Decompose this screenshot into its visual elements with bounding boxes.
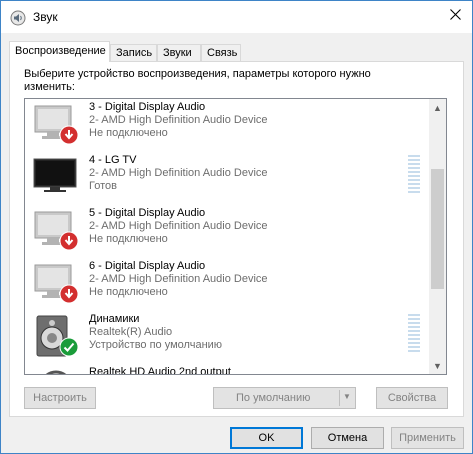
- scroll-up-button[interactable]: ▲: [429, 99, 446, 116]
- properties-button[interactable]: Свойства: [376, 387, 448, 409]
- apply-button[interactable]: Применить: [391, 427, 464, 449]
- device-name: 4 - LG TV: [89, 154, 137, 166]
- device-name: 3 - Digital Display Audio: [89, 101, 206, 113]
- tab-sounds[interactable]: Звуки: [157, 44, 201, 61]
- device-description: 2- AMD High Definition Audio Device: [89, 273, 268, 285]
- list-item[interactable]: Realtek HD Audio 2nd output: [25, 364, 431, 375]
- chevron-down-icon[interactable]: ▼: [343, 392, 351, 401]
- device-description: 2- AMD High Definition Audio Device: [89, 167, 268, 179]
- device-status: Не подключено: [89, 286, 168, 298]
- device-name: Realtek HD Audio 2nd output: [89, 366, 231, 375]
- sound-dialog: Звук Воспроизведение Запись Звуки Связь …: [0, 0, 473, 454]
- tab-recording[interactable]: Запись: [110, 44, 157, 61]
- device-status: Не подключено: [89, 127, 168, 139]
- vertical-scrollbar[interactable]: ▲ ▼: [429, 99, 446, 374]
- red-down-arrow-icon: [59, 284, 79, 307]
- title-bar: Звук: [1, 1, 472, 33]
- scrollbar-thumb[interactable]: [431, 169, 444, 289]
- device-status: Не подключено: [89, 233, 168, 245]
- device-description: 2- AMD High Definition Audio Device: [89, 114, 268, 126]
- chevron-down-icon: ▼: [433, 360, 442, 371]
- tab-communications[interactable]: Связь: [201, 44, 241, 61]
- tab-playback[interactable]: Воспроизведение: [9, 41, 110, 62]
- instruction-text: Выберите устройство воспроизведения, пар…: [24, 68, 371, 93]
- cancel-button[interactable]: Отмена: [311, 427, 384, 449]
- playback-panel: Выберите устройство воспроизведения, пар…: [9, 61, 464, 417]
- close-icon: [449, 9, 461, 23]
- list-item[interactable]: 5 - Digital Display Audio 2- AMD High De…: [25, 205, 431, 258]
- headphones-icon: [33, 367, 79, 374]
- set-default-button[interactable]: По умолчанию ▼: [213, 387, 356, 409]
- device-description: 2- AMD High Definition Audio Device: [89, 220, 268, 232]
- device-description: Realtek(R) Audio: [89, 326, 173, 338]
- level-meter: [408, 155, 420, 197]
- ok-button[interactable]: OK: [230, 427, 303, 449]
- close-button[interactable]: [444, 5, 466, 27]
- set-default-label: По умолчанию: [236, 392, 311, 404]
- level-meter: [408, 314, 420, 356]
- device-name: 5 - Digital Display Audio: [89, 207, 206, 219]
- device-list[interactable]: 3 - Digital Display Audio 2- AMD High De…: [24, 98, 447, 375]
- scroll-down-button[interactable]: ▼: [429, 357, 446, 374]
- red-down-arrow-icon: [59, 231, 79, 254]
- chevron-up-icon: ▲: [433, 102, 442, 113]
- speaker-settings-icon: [10, 10, 26, 26]
- list-item[interactable]: Динамики Realtek(R) Audio Устройство по …: [25, 311, 431, 364]
- list-item[interactable]: 4 - LG TV 2- AMD High Definition Audio D…: [25, 152, 431, 205]
- device-name: 6 - Digital Display Audio: [89, 260, 206, 272]
- device-name: Динамики: [89, 313, 140, 325]
- split-divider: [339, 390, 340, 406]
- configure-button[interactable]: Настроить: [24, 387, 96, 409]
- red-down-arrow-icon: [59, 125, 79, 148]
- tv-icon: [33, 155, 79, 201]
- list-item[interactable]: 3 - Digital Display Audio 2- AMD High De…: [25, 99, 431, 152]
- green-check-icon: [59, 337, 79, 360]
- device-status: Устройство по умолчанию: [89, 339, 223, 351]
- list-item[interactable]: 6 - Digital Display Audio 2- AMD High De…: [25, 258, 431, 311]
- window-title: Звук: [33, 10, 58, 24]
- device-status: Готов: [89, 180, 117, 192]
